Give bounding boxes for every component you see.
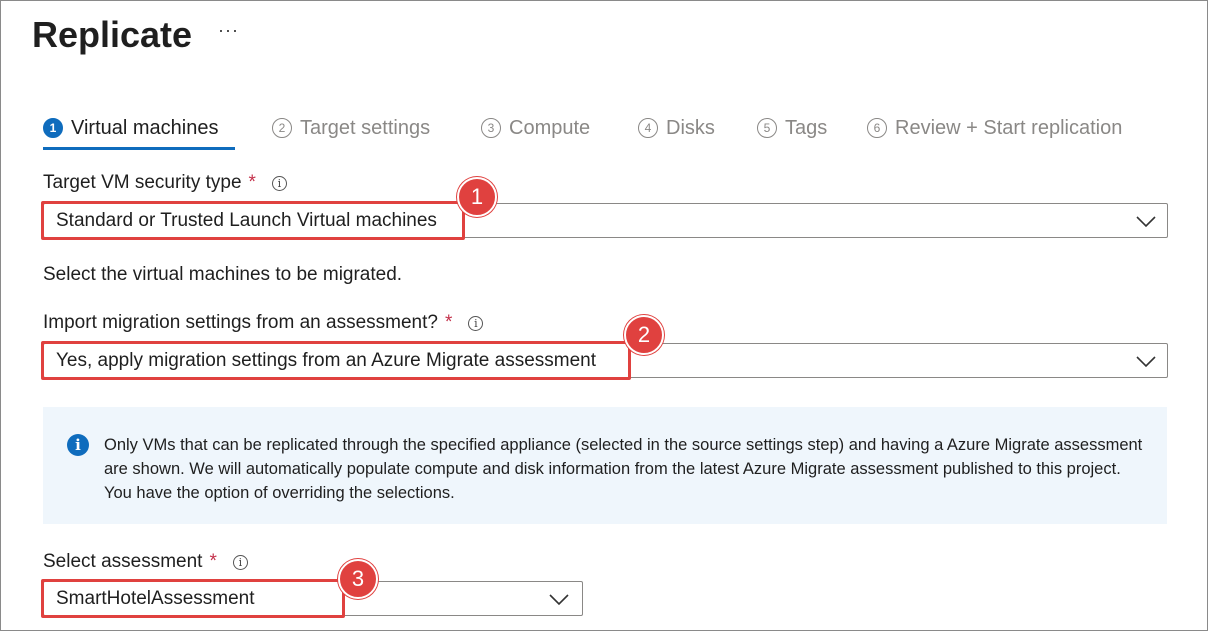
chevron-down-icon	[1136, 216, 1156, 228]
security-type-label: Target VM security type * i	[43, 172, 287, 194]
tab-virtual-machines[interactable]: 1 Virtual machines	[43, 113, 218, 143]
step-5-icon: 5	[757, 118, 777, 138]
callout-badge-3: 3	[338, 559, 378, 599]
step-3-icon: 3	[481, 118, 501, 138]
required-mark: *	[209, 551, 217, 572]
active-tab-indicator	[43, 147, 235, 150]
callout-badge-2: 2	[624, 315, 664, 355]
info-circle-icon[interactable]: i	[232, 554, 248, 570]
info-message-text: Only VMs that can be replicated through …	[104, 436, 1143, 502]
select-vms-instruction: Select the virtual machines to be migrat…	[43, 264, 403, 285]
security-type-label-text: Target VM security type	[43, 172, 242, 193]
tab-label: Review + Start replication	[895, 116, 1123, 139]
assessment-label-text: Select assessment	[43, 551, 203, 572]
callout-badge-1: 1	[457, 177, 497, 217]
chevron-down-icon	[1136, 356, 1156, 368]
required-mark: *	[248, 172, 256, 193]
callout-highlight-2	[41, 341, 631, 380]
tab-disks[interactable]: 4 Disks	[638, 113, 715, 143]
tab-label: Compute	[509, 116, 591, 139]
tab-label: Target settings	[300, 116, 431, 139]
import-settings-label: Import migration settings from an assess…	[43, 312, 484, 334]
page-title: Replicate	[32, 14, 193, 55]
info-circle-icon[interactable]: i	[271, 175, 287, 191]
tab-label: Tags	[785, 116, 828, 139]
step-1-icon: 1	[43, 118, 63, 138]
callout-highlight-3	[41, 579, 345, 618]
step-2-icon: 2	[272, 118, 292, 138]
required-mark: *	[444, 312, 453, 333]
import-settings-label-text: Import migration settings from an assess…	[43, 312, 438, 333]
info-circle-icon[interactable]: i	[468, 315, 484, 331]
assessment-label: Select assessment * i	[43, 551, 248, 573]
more-options-button[interactable]: ···	[218, 20, 239, 41]
callout-highlight-1	[41, 201, 465, 240]
info-filled-icon: i	[67, 434, 89, 456]
tab-review-start-replication[interactable]: 6 Review + Start replication	[867, 113, 1122, 143]
tab-target-settings[interactable]: 2 Target settings	[272, 113, 430, 143]
tab-label: Virtual machines	[71, 116, 219, 139]
step-4-icon: 4	[638, 118, 658, 138]
tab-compute[interactable]: 3 Compute	[481, 113, 590, 143]
step-6-icon: 6	[867, 118, 887, 138]
tab-tags[interactable]: 5 Tags	[757, 113, 827, 143]
tab-label: Disks	[666, 116, 715, 139]
chevron-down-icon	[549, 594, 569, 606]
